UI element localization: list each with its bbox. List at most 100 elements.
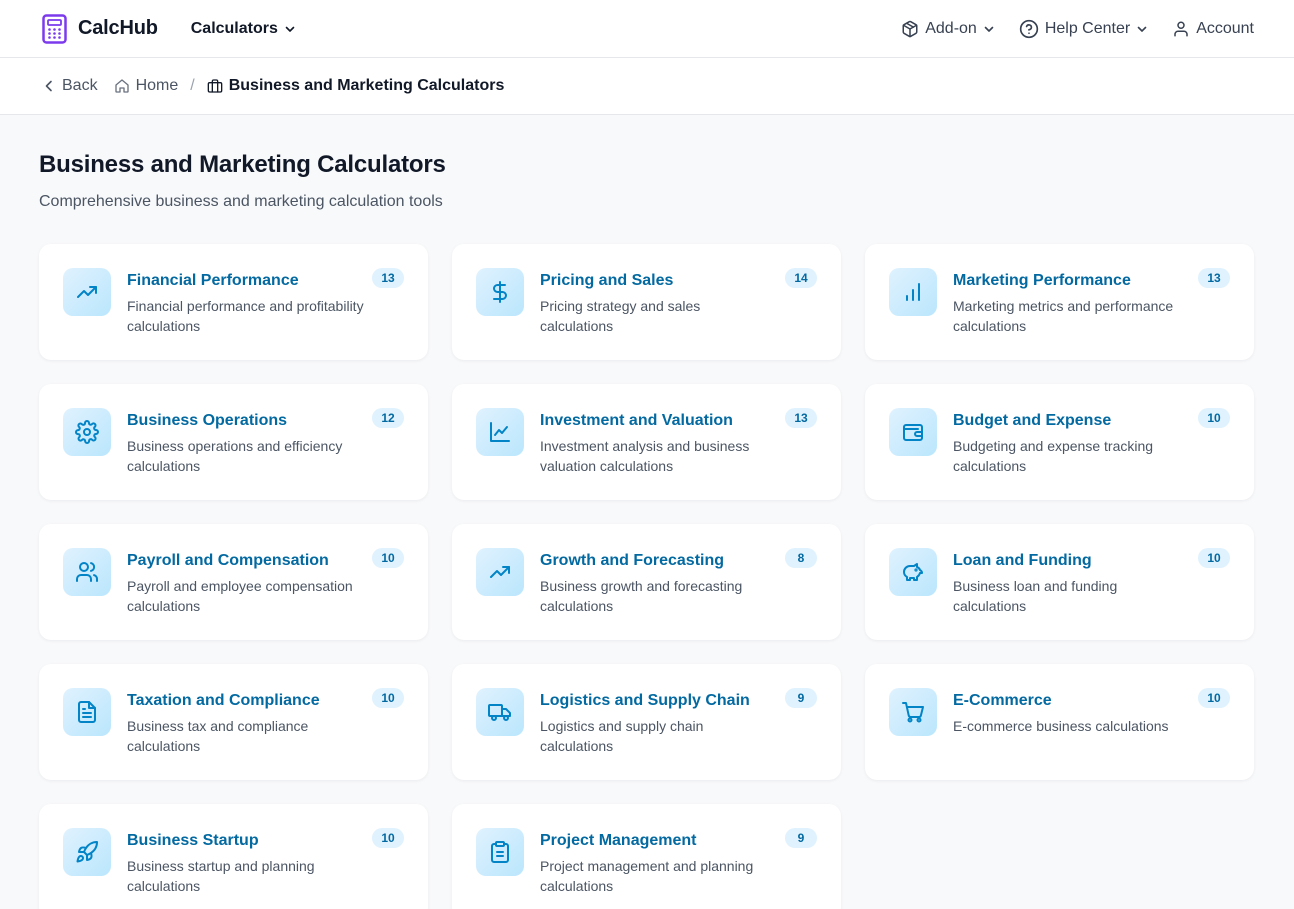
category-description: Business startup and planning calculatio…: [127, 858, 315, 894]
category-card-body: Project Management Project management and…: [540, 828, 817, 909]
category-description: Pricing strategy and sales calculations: [540, 298, 701, 334]
category-card-body: Marketing Performance Marketing metrics a…: [953, 268, 1230, 360]
category-description: Business loan and funding calculations: [953, 578, 1118, 614]
calculators-menu-label: Calculators: [190, 19, 278, 37]
category-description: E-commerce business calculations: [953, 718, 1169, 734]
line-chart-icon: [476, 408, 524, 456]
header-actions: Add-on Help Center Account: [901, 19, 1254, 39]
trending-up-icon: [63, 268, 111, 316]
chevron-down-icon: [1137, 26, 1147, 32]
package-icon: [902, 20, 918, 37]
category-card-investment-and-valuation[interactable]: Investment and Valuation Investment analy…: [452, 384, 841, 500]
user-icon: [1174, 21, 1188, 36]
category-description: Project management and planning calculat…: [540, 858, 754, 894]
account-link[interactable]: Account: [1172, 20, 1254, 38]
category-card-growth-and-forecasting[interactable]: Growth and Forecasting Business growth an…: [452, 524, 841, 640]
back-link[interactable]: Back: [42, 77, 98, 95]
category-card-pricing-and-sales[interactable]: Pricing and Sales Pricing strategy and sa…: [452, 244, 841, 360]
category-description: Investment analysis and business valuati…: [540, 438, 750, 474]
category-title[interactable]: E-Commerce: [953, 691, 1169, 711]
calculator-count-badge: 10: [372, 548, 404, 568]
calculator-count-badge: 13: [1198, 268, 1230, 288]
help-center-menu[interactable]: Help Center: [1019, 19, 1148, 39]
home-icon: [114, 79, 129, 93]
category-title[interactable]: Growth and Forecasting: [540, 551, 777, 571]
category-title[interactable]: Project Management: [540, 831, 777, 851]
briefcase-icon: [207, 79, 223, 93]
breadcrumb-separator: /: [190, 77, 195, 94]
truck-icon: [476, 688, 524, 736]
category-card-body: Taxation and Compliance Business tax and …: [127, 688, 404, 780]
chevron-down-icon: [285, 26, 295, 32]
cart-icon: [889, 688, 937, 736]
category-title[interactable]: Business Operations: [127, 411, 364, 431]
category-title[interactable]: Business Startup: [127, 831, 364, 851]
category-card-body: Investment and Valuation Investment analy…: [540, 408, 817, 500]
category-card-body: Budget and Expense Budgeting and expense …: [953, 408, 1230, 500]
category-card-body: Business Startup Business startup and pla…: [127, 828, 404, 909]
category-description: Logistics and supply chain calculations: [540, 718, 704, 754]
breadcrumb-current: Business and Marketing Calculators: [207, 77, 505, 95]
category-title[interactable]: Loan and Funding: [953, 551, 1190, 571]
category-card-e-commerce[interactable]: E-Commerce E-commerce business calculatio…: [865, 664, 1254, 780]
calculators-menu[interactable]: Calculators: [191, 20, 296, 38]
top-navigation: CalcHub Calculators Add-on Help Center A…: [0, 0, 1294, 58]
category-card-budget-and-expense[interactable]: Budget and Expense Budgeting and expense …: [865, 384, 1254, 500]
category-title[interactable]: Budget and Expense: [953, 411, 1190, 431]
rocket-icon: [63, 828, 111, 876]
addon-menu-label: Add-on: [925, 19, 977, 37]
piggy-bank-icon: [889, 548, 937, 596]
breadcrumb-home[interactable]: Home: [114, 77, 178, 95]
category-description: Financial performance and profitability …: [127, 298, 364, 334]
category-card-body: Logistics and Supply Chain Logistics and …: [540, 688, 817, 780]
breadcrumb: Back Home / Business and Marketing Calcu…: [0, 58, 1294, 115]
category-description: Marketing metrics and performance calcul…: [953, 298, 1174, 334]
category-title[interactable]: Taxation and Compliance: [127, 691, 364, 711]
calculator-count-badge: 8: [785, 548, 817, 568]
category-card-financial-performance[interactable]: Financial Performance Financial performan…: [39, 244, 428, 360]
category-card-payroll-and-compensation[interactable]: Payroll and Compensation Payroll and empl…: [39, 524, 428, 640]
document-icon: [63, 688, 111, 736]
calculator-count-badge: 13: [785, 408, 817, 428]
calculator-count-badge: 10: [372, 688, 404, 708]
brand-name: CalcHub: [78, 17, 158, 39]
help-circle-icon: [1019, 19, 1038, 38]
chevron-down-icon: [984, 26, 994, 32]
calculator-count-badge: 10: [372, 828, 404, 848]
addon-menu[interactable]: Add-on: [901, 20, 995, 38]
category-card-project-management[interactable]: Project Management Project management and…: [452, 804, 841, 909]
category-card-marketing-performance[interactable]: Marketing Performance Marketing metrics a…: [865, 244, 1254, 360]
breadcrumb-current-label: Business and Marketing Calculators: [228, 77, 505, 94]
category-card-logistics-and-supply-chain[interactable]: Logistics and Supply Chain Logistics and …: [452, 664, 841, 780]
category-card-body: Financial Performance Financial performan…: [127, 268, 404, 360]
calculator-count-badge: 12: [372, 408, 404, 428]
category-card-loan-and-funding[interactable]: Loan and Funding Business loan and fundin…: [865, 524, 1254, 640]
category-description: Budgeting and expense tracking calculati…: [953, 438, 1154, 474]
category-description: Payroll and employee compensation calcul…: [127, 578, 353, 614]
category-card-body: Growth and Forecasting Business growth an…: [540, 548, 817, 640]
category-title[interactable]: Pricing and Sales: [540, 271, 777, 291]
category-title[interactable]: Payroll and Compensation: [127, 551, 364, 571]
category-title[interactable]: Marketing Performance: [953, 271, 1190, 291]
wallet-icon: [889, 408, 937, 456]
trending-up-icon: [476, 548, 524, 596]
calculator-count-badge: 9: [785, 828, 817, 848]
bar-chart-icon: [889, 268, 937, 316]
category-title[interactable]: Logistics and Supply Chain: [540, 691, 777, 711]
calculator-count-badge: 14: [785, 268, 817, 288]
help-center-label: Help Center: [1044, 19, 1131, 37]
category-card-body: Payroll and Compensation Payroll and empl…: [127, 548, 404, 640]
category-title[interactable]: Financial Performance: [127, 271, 364, 291]
category-card-body: Business Operations Business operations a…: [127, 408, 404, 500]
category-card-business-startup[interactable]: Business Startup Business startup and pla…: [39, 804, 428, 909]
users-icon: [63, 548, 111, 596]
main-content: Business and Marketing Calculators Compr…: [0, 115, 1294, 909]
category-card-taxation-and-compliance[interactable]: Taxation and Compliance Business tax and …: [39, 664, 428, 780]
category-card-business-operations[interactable]: Business Operations Business operations a…: [39, 384, 428, 500]
category-title[interactable]: Investment and Valuation: [540, 411, 777, 431]
category-grid: Financial Performance Financial performan…: [39, 244, 1255, 909]
category-card-body: Pricing and Sales Pricing strategy and sa…: [540, 268, 817, 360]
brand-logo-link[interactable]: CalcHub: [42, 13, 158, 44]
calculator-logo-icon: [42, 13, 67, 44]
category-description: Business growth and forecasting calculat…: [540, 578, 743, 614]
